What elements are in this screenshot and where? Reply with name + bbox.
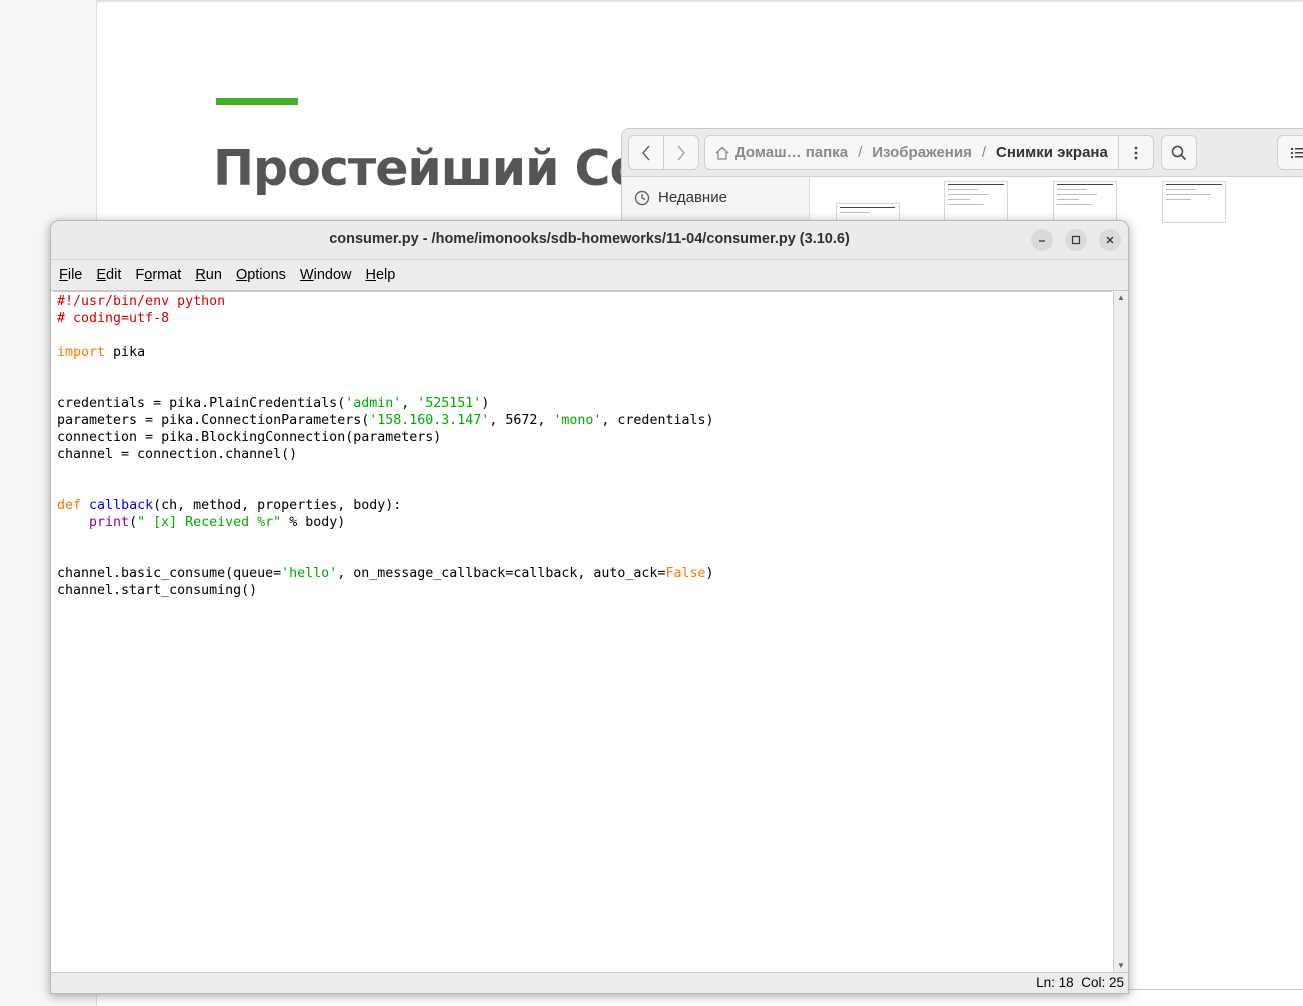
code-text-span: (ch, method, properties, body):	[153, 498, 402, 513]
menu-file-rest: ile	[67, 267, 83, 283]
close-icon	[1106, 236, 1114, 244]
code-builtin: print	[89, 515, 130, 530]
file-thumbnail[interactable]	[1053, 181, 1117, 223]
code-keyword: False	[665, 566, 706, 581]
cursor-position: Ln: 18 Col: 25	[1036, 975, 1124, 990]
window-titlebar[interactable]: consumer.py - /home/imonooks/sdb-homewor…	[51, 221, 1128, 260]
scroll-up-arrow-icon[interactable]: ▲	[1115, 292, 1127, 304]
path-menu-button[interactable]	[1118, 136, 1153, 169]
minimize-icon	[1039, 240, 1045, 242]
menu-file-mnemonic: F	[59, 267, 68, 283]
kebab-menu-icon	[1134, 146, 1138, 159]
menu-help[interactable]: Help	[366, 267, 402, 283]
menu-options-mnemonic: O	[235, 267, 248, 283]
code-text-span: )	[481, 396, 490, 411]
slide-accent-bar	[216, 98, 298, 105]
file-thumbnail[interactable]	[944, 181, 1008, 223]
path-separator: /	[981, 144, 987, 161]
code-text-span: parameters = pika.ConnectionParameters(	[57, 413, 370, 428]
chevron-right-icon	[677, 145, 685, 160]
sidebar-item-recent[interactable]: Недавние	[634, 189, 727, 206]
code-text-span: , 5672,	[489, 413, 554, 428]
code-text-span: )	[705, 566, 714, 581]
path-bar: Домаш… папка / Изображения / Снимки экра…	[704, 135, 1154, 170]
menu-format[interactable]: Format	[135, 267, 187, 283]
menu-window-rest: indow	[313, 267, 352, 283]
code-shebang: #!/usr/bin/env python	[57, 294, 226, 309]
menu-edit-mnemonic: E	[96, 267, 107, 283]
path-separator: /	[858, 144, 863, 161]
scroll-down-arrow-icon[interactable]: ▼	[1115, 960, 1127, 972]
menu-format-pre: F	[135, 267, 145, 283]
forward-button[interactable]	[664, 136, 698, 169]
path-segment-home[interactable]: Домаш… папка	[735, 144, 848, 161]
navigation-buttons	[628, 135, 699, 170]
code-coding-comment: # coding=utf-8	[57, 311, 170, 326]
menu-file[interactable]: File	[59, 267, 88, 283]
code-text[interactable]: #!/usr/bin/env python # coding=utf-8 imp…	[57, 293, 713, 599]
search-button[interactable]	[1161, 135, 1197, 170]
path-segment-current[interactable]: Снимки экрана	[996, 144, 1108, 161]
code-string: 'hello'	[281, 566, 338, 581]
menu-run-mnemonic: R	[195, 267, 206, 283]
idle-editor-window: consumer.py - /home/imonooks/sdb-homewor…	[50, 220, 1129, 994]
code-text-span: (	[129, 515, 138, 530]
menu-run[interactable]: Run	[195, 267, 228, 283]
view-options-button[interactable]	[1277, 135, 1303, 170]
code-text-span: channel.start_consuming()	[57, 583, 258, 598]
code-text-span: , on_message_callback=callback, auto_ack…	[337, 566, 666, 581]
home-icon	[715, 146, 729, 160]
chevron-left-icon	[642, 145, 650, 160]
maximize-icon	[1071, 235, 1081, 245]
list-view-icon	[1291, 147, 1303, 158]
menu-help-mnemonic: H	[365, 267, 376, 283]
minimize-button[interactable]	[1031, 229, 1053, 251]
path-segment-pictures[interactable]: Изображения	[872, 144, 972, 161]
code-text-span: pika	[105, 345, 146, 360]
code-text-span: ,	[401, 396, 418, 411]
file-thumbnail[interactable]	[1162, 181, 1226, 223]
clock-icon	[634, 190, 650, 205]
code-definition: callback	[89, 498, 154, 513]
status-line: Ln: 18	[1036, 975, 1074, 990]
code-text-span: credentials = pika.PlainCredentials(	[57, 396, 346, 411]
menu-window-mnemonic: W	[299, 267, 314, 283]
code-keyword: def	[57, 498, 82, 513]
status-col: Col: 25	[1081, 975, 1124, 990]
status-bar: Ln: 18 Col: 25	[51, 972, 1128, 993]
menu-edit-rest: dit	[106, 267, 122, 283]
code-string: '525151'	[417, 396, 482, 411]
code-text-span: channel = connection.channel()	[57, 447, 298, 462]
code-text-span: , credentials)	[601, 413, 714, 428]
code-editor[interactable]: #!/usr/bin/env python # coding=utf-8 imp…	[53, 291, 1112, 974]
menu-help-rest: elp	[375, 267, 396, 283]
menu-options-rest: ptions	[247, 267, 286, 283]
search-icon	[1171, 145, 1187, 160]
code-string: 'admin'	[345, 396, 402, 411]
code-string: " [x] Received %r"	[137, 515, 282, 530]
document-top-border	[96, 0, 1303, 2]
code-keyword: import	[57, 345, 106, 360]
vertical-scrollbar[interactable]: ▲ ▼	[1113, 291, 1128, 973]
menu-window[interactable]: Window	[300, 267, 358, 283]
code-string: '158.160.3.147'	[369, 413, 490, 428]
menu-bar: File Edit Format Run Options Window Help	[51, 260, 1128, 291]
back-button[interactable]	[629, 136, 664, 169]
code-text-span: channel.basic_consume(queue=	[57, 566, 282, 581]
code-string: 'mono'	[553, 413, 602, 428]
menu-options[interactable]: Options	[236, 267, 292, 283]
sidebar-item-label: Недавние	[658, 189, 727, 206]
file-manager-headerbar: Домаш… папка / Изображения / Снимки экра…	[622, 129, 1303, 177]
code-text-span: % body)	[281, 515, 346, 530]
close-button[interactable]	[1099, 229, 1121, 251]
maximize-button[interactable]	[1065, 229, 1087, 251]
menu-format-rest: rmat	[152, 267, 182, 283]
menu-run-rest: un	[205, 267, 222, 283]
window-title: consumer.py - /home/imonooks/sdb-homewor…	[329, 231, 850, 247]
code-text-span: connection = pika.BlockingConnection(par…	[57, 430, 442, 445]
menu-edit[interactable]: Edit	[96, 267, 127, 283]
